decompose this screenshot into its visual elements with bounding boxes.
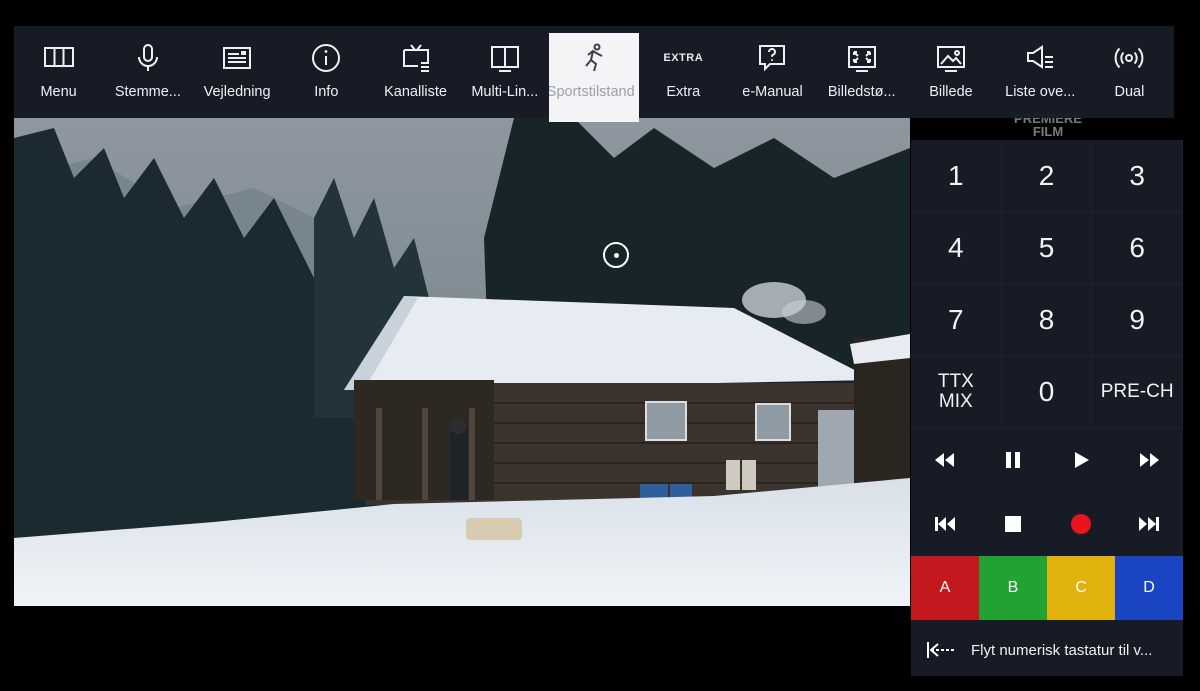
pointer-cursor-icon: [603, 242, 629, 268]
extra-badge-icon: EXTRA: [663, 52, 704, 64]
fast-forward-button[interactable]: [1115, 428, 1183, 492]
key-4[interactable]: 4: [911, 212, 1002, 284]
key-0[interactable]: 0: [1001, 356, 1093, 428]
emanual-icon: [759, 45, 786, 72]
pause-button[interactable]: [979, 428, 1047, 492]
toolbar-guide-label: Vejledning: [203, 84, 271, 100]
speaker-list-icon: [1027, 45, 1054, 69]
multi-link-icon: [490, 46, 519, 72]
dual-broadcast-icon: [1115, 47, 1144, 69]
color-key-a[interactable]: A: [911, 556, 979, 620]
toolbar-info-button[interactable]: Info: [282, 26, 371, 118]
key-pre-ch[interactable]: PRE-CH: [1092, 356, 1183, 428]
guide-icon: [223, 47, 252, 69]
rewind-icon: [935, 453, 954, 467]
color-key-c[interactable]: C: [1047, 556, 1115, 620]
toolbar-voice-label: Stemme...: [114, 84, 181, 100]
picture-icon: [936, 46, 965, 72]
toolbar-picture-button[interactable]: Billede: [906, 26, 995, 118]
watermark-line2: FILM: [1032, 124, 1064, 139]
toolbar-channel-list-label: Kanalliste: [384, 84, 447, 100]
play-icon: [1075, 452, 1089, 468]
numeric-keypad-panel: 1 2 3 4 5 6 7 8 9 TTX MIX 0 PRE-CH A B C…: [911, 140, 1183, 676]
stop-icon: [1005, 516, 1021, 532]
toolbar-voice-button[interactable]: Stemme...: [103, 26, 192, 118]
toolbar-extra-button[interactable]: EXTRA Extra: [639, 26, 728, 118]
color-key-b[interactable]: B: [979, 556, 1047, 620]
toolbar-emanual-label: e-Manual: [742, 84, 803, 100]
media-keys-row-2: [911, 492, 1183, 556]
running-person-icon: [585, 43, 603, 72]
toolbar-sports-mode-button[interactable]: Sportstilstand: [549, 33, 639, 122]
menu-grid-icon: [43, 47, 74, 67]
record-icon: [1071, 514, 1091, 534]
video-frame: [14, 118, 910, 606]
key-6[interactable]: 6: [1092, 212, 1183, 284]
key-ttx-mix[interactable]: TTX MIX: [911, 356, 1002, 428]
tv-screen: PREMIERE FILM Menu Stemme... Vejledning …: [0, 0, 1200, 691]
microphone-icon: [137, 44, 158, 71]
tv-list-icon: [402, 44, 429, 72]
rewind-button[interactable]: [911, 428, 979, 492]
toolbar-menu-button[interactable]: Menu: [14, 26, 103, 118]
toolbar-info-label: Info: [314, 84, 339, 100]
next-button[interactable]: [1115, 492, 1183, 556]
picture-size-icon: [847, 46, 876, 72]
key-9[interactable]: 9: [1092, 284, 1183, 356]
toolbar-picture-size-label: Billedstø...: [827, 84, 896, 100]
toolbar-sports-mode-label: Sportstilstand: [549, 84, 635, 100]
record-button[interactable]: [1047, 492, 1115, 556]
toolbar-multi-link-label: Multi-Lin...: [471, 84, 539, 100]
previous-icon: [935, 517, 955, 531]
toolbar-multi-link-button[interactable]: Multi-Lin...: [460, 26, 549, 118]
play-button[interactable]: [1047, 428, 1115, 492]
info-icon: [312, 44, 341, 72]
color-key-d[interactable]: D: [1115, 556, 1183, 620]
next-icon: [1139, 517, 1159, 531]
toolbar-speaker-list-button[interactable]: Liste ove...: [996, 26, 1085, 118]
toolbar-dual-button[interactable]: Dual: [1085, 26, 1174, 118]
toolbar-extra-label: Extra: [666, 84, 701, 100]
key-7[interactable]: 7: [911, 284, 1002, 356]
media-keys-row-1: [911, 428, 1183, 492]
toolbar-guide-button[interactable]: Vejledning: [192, 26, 281, 118]
top-toolbar: Menu Stemme... Vejledning Info Kanallist…: [14, 26, 1174, 122]
key-8[interactable]: 8: [1001, 284, 1093, 356]
number-keys: 1 2 3 4 5 6 7 8 9 TTX MIX 0 PRE-CH: [911, 140, 1183, 428]
fast-forward-icon: [1140, 453, 1159, 467]
pause-icon: [1006, 452, 1020, 468]
key-2[interactable]: 2: [1001, 140, 1093, 212]
toolbar-menu-label: Menu: [40, 84, 77, 100]
move-left-arrow-icon: [927, 642, 955, 658]
toolbar-speaker-list-label: Liste ove...: [1005, 84, 1076, 100]
move-keypad-label: Flyt numerisk tastatur til v...: [971, 641, 1153, 659]
key-1[interactable]: 1: [911, 140, 1002, 212]
toolbar-channel-list-button[interactable]: Kanalliste: [371, 26, 460, 118]
color-keys: A B C D: [911, 556, 1183, 620]
stop-button[interactable]: [979, 492, 1047, 556]
toolbar-picture-size-button[interactable]: Billedstø...: [817, 26, 906, 118]
snowy-cabin-scene: [14, 118, 910, 606]
toolbar-emanual-button[interactable]: e-Manual: [728, 26, 817, 118]
toolbar-dual-label: Dual: [1114, 84, 1145, 100]
previous-button[interactable]: [911, 492, 979, 556]
toolbar-picture-label: Billede: [929, 84, 973, 100]
key-5[interactable]: 5: [1001, 212, 1093, 284]
key-3[interactable]: 3: [1092, 140, 1183, 212]
move-keypad-button[interactable]: Flyt numerisk tastatur til v...: [911, 620, 1183, 680]
